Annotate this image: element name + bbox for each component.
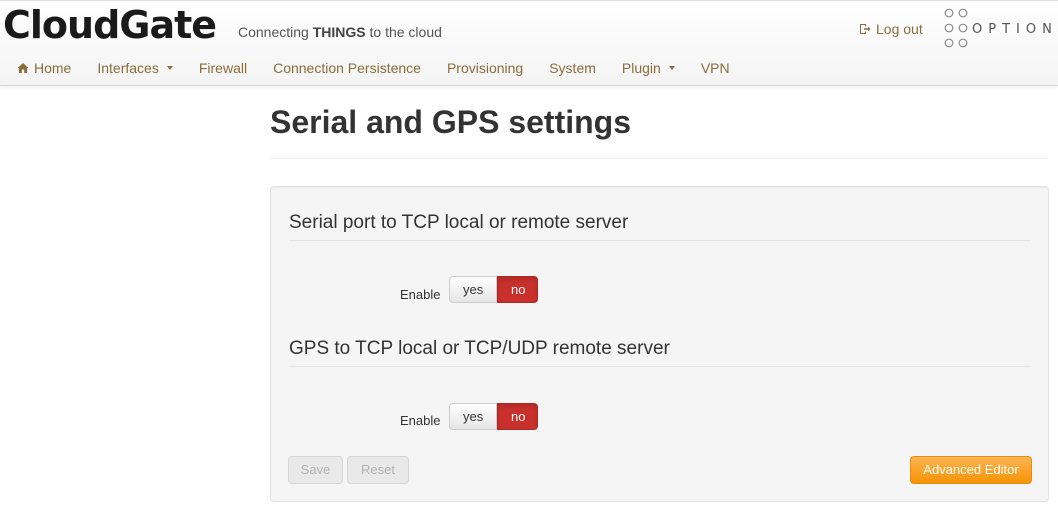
- tagline: Connecting THINGS to the cloud: [238, 24, 442, 40]
- title-divider: [270, 158, 1048, 159]
- logout-link[interactable]: Log out: [859, 21, 923, 37]
- home-icon: [17, 63, 29, 73]
- nav-connection-persistence[interactable]: Connection Persistence: [260, 53, 434, 83]
- gps-enable-yes-button[interactable]: yes: [449, 403, 497, 430]
- nav-provisioning[interactable]: Provisioning: [434, 53, 536, 83]
- option-partner-logo: OPTION: [944, 8, 1054, 48]
- reset-button[interactable]: Reset: [347, 456, 409, 484]
- nav-provisioning-label: Provisioning: [446, 60, 524, 76]
- nav-vpn[interactable]: VPN: [688, 53, 743, 83]
- serial-section-divider: [289, 240, 1031, 241]
- nav-home-label: Home: [34, 60, 72, 76]
- tagline-prefix: Connecting: [238, 24, 313, 40]
- nav-home[interactable]: Home: [0, 53, 84, 83]
- nav-plugin-label: Plugin: [621, 60, 661, 76]
- serial-enable-no-button[interactable]: no: [497, 276, 538, 303]
- logout-label: Log out: [876, 21, 923, 37]
- top-header: CloudGate Connecting THINGS to the cloud…: [0, 0, 1058, 86]
- tagline-suffix: to the cloud: [365, 24, 442, 40]
- advanced-editor-button[interactable]: Advanced Editor: [910, 456, 1032, 484]
- nav-vpn-label: VPN: [700, 60, 730, 76]
- serial-enable-yes-button[interactable]: yes: [449, 276, 497, 303]
- save-button[interactable]: Save: [288, 456, 343, 484]
- nav-system[interactable]: System: [536, 53, 609, 83]
- brand-logo[interactable]: CloudGate: [3, 3, 217, 47]
- gps-section-divider: [289, 366, 1031, 367]
- settings-panel: Serial port to TCP local or remote serve…: [270, 186, 1049, 502]
- serial-enable-label: Enable: [400, 287, 441, 302]
- nav-connection-persistence-label: Connection Persistence: [273, 60, 421, 76]
- nav-interfaces-label: Interfaces: [97, 60, 159, 76]
- caret-down-icon: [668, 66, 675, 70]
- nav-interfaces[interactable]: Interfaces: [84, 53, 185, 83]
- tagline-bold: THINGS: [312, 24, 366, 40]
- nav-firewall-label: Firewall: [198, 60, 248, 76]
- serial-enable-toggle: yes no: [449, 276, 538, 303]
- gps-section-title: GPS to TCP local or TCP/UDP remote serve…: [289, 338, 670, 359]
- caret-down-icon: [166, 66, 173, 70]
- gps-enable-toggle: yes no: [449, 403, 538, 430]
- nav-plugin[interactable]: Plugin: [609, 53, 688, 83]
- page-title: Serial and GPS settings: [270, 104, 631, 140]
- main-nav: Home Interfaces Firewall Connection Pers…: [0, 53, 743, 83]
- gps-enable-label: Enable: [400, 413, 441, 428]
- serial-section-title: Serial port to TCP local or remote serve…: [289, 212, 629, 233]
- logout-icon: [860, 24, 871, 34]
- nav-system-label: System: [549, 60, 596, 76]
- gps-enable-no-button[interactable]: no: [497, 403, 538, 430]
- nav-firewall[interactable]: Firewall: [186, 53, 260, 83]
- option-logo-text: OPTION: [972, 22, 1054, 37]
